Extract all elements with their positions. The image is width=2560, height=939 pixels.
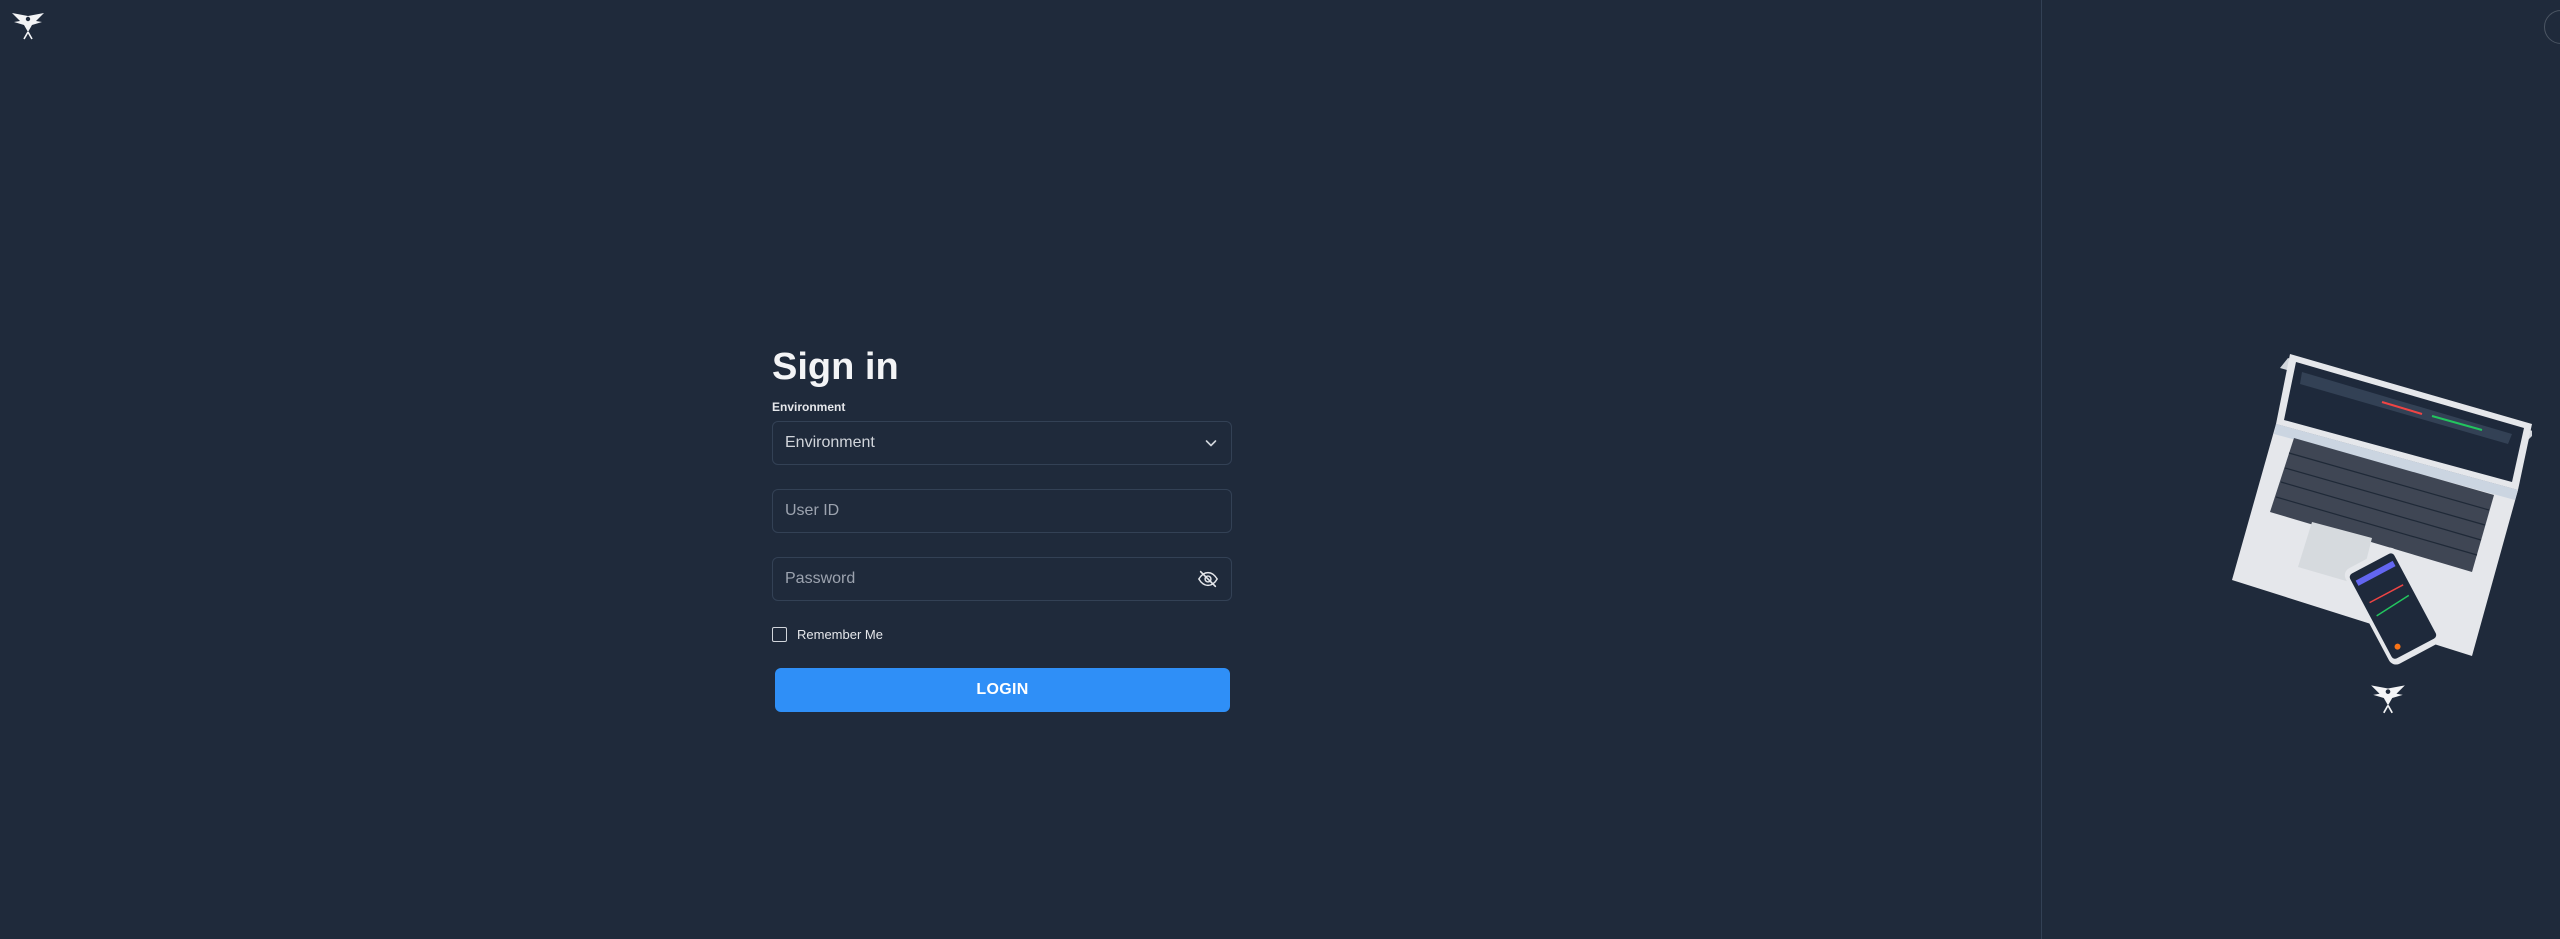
- laptop-phone-illustration: [2232, 354, 2532, 665]
- brand-logo-icon: [2371, 685, 2405, 714]
- environment-select-value: Environment: [785, 434, 875, 451]
- corner-circle-icon: [2544, 10, 2560, 44]
- eye-off-icon[interactable]: [1197, 568, 1219, 590]
- login-page: Sign in Environment Environment Remember…: [0, 0, 2560, 939]
- chevron-down-icon: [1205, 440, 1217, 447]
- remember-me-row[interactable]: Remember Me: [772, 625, 1232, 643]
- environment-label: Environment: [772, 400, 846, 414]
- password-input[interactable]: [785, 570, 1197, 588]
- login-button[interactable]: LOGIN: [775, 668, 1230, 712]
- login-form: Sign in Environment Environment Remember…: [772, 340, 1232, 712]
- page-title: Sign in: [772, 346, 899, 388]
- remember-me-label: Remember Me: [797, 626, 883, 642]
- brand-logo-icon: [12, 13, 44, 40]
- remember-me-checkbox[interactable]: [772, 626, 787, 642]
- password-field[interactable]: [772, 557, 1232, 601]
- illustration-panel: [2041, 0, 2560, 939]
- user-id-input[interactable]: [785, 502, 1219, 520]
- user-id-field[interactable]: [772, 489, 1232, 533]
- environment-select[interactable]: Environment: [772, 421, 1232, 465]
